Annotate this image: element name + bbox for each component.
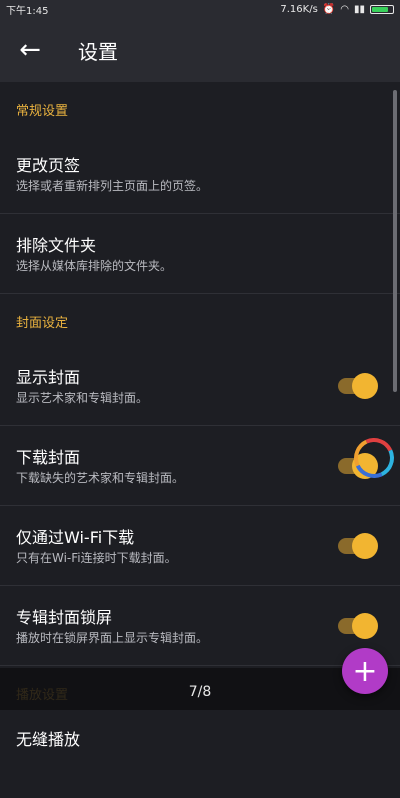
- plus-icon: +: [352, 653, 378, 689]
- page-indicator: 7/8: [188, 684, 212, 700]
- setting-label: 下载封面: [16, 448, 81, 467]
- back-button[interactable]: ←: [0, 18, 60, 82]
- setting-lockscreen-cover[interactable]: 专辑封面锁屏 播放时在锁屏界面上显示专辑封面。: [0, 586, 400, 666]
- bottom-bar: 7/8: [0, 668, 400, 710]
- setting-description: 下载缺失的艺术家和专辑封面。: [16, 471, 185, 485]
- setting-description: 只有在Wi-Fi连接时下载封面。: [16, 551, 177, 565]
- setting-description: 选择或者重新排列主页面上的页签。: [16, 179, 209, 193]
- wifi-icon: ◠: [340, 3, 349, 15]
- status-bar: 下午1:45 7.16K/s ⏰ ◠ ▮▮: [0, 0, 400, 18]
- signal-icon: ▮▮: [353, 3, 365, 15]
- setting-show-cover[interactable]: 显示封面 显示艺术家和专辑封面。: [0, 346, 400, 426]
- scrollbar[interactable]: [393, 90, 397, 392]
- setting-label: 更改页签: [16, 156, 81, 175]
- status-time: 下午1:45: [6, 5, 49, 17]
- setting-label: 显示封面: [16, 368, 81, 387]
- network-speed: 7.16K/s: [280, 3, 318, 15]
- show-cover-toggle[interactable]: [338, 373, 378, 399]
- setting-change-tabs[interactable]: 更改页签 选择或者重新排列主页面上的页签。: [0, 134, 400, 214]
- setting-description: 播放时在锁屏界面上显示专辑封面。: [16, 631, 209, 645]
- setting-gapless[interactable]: 无缝播放: [0, 718, 400, 798]
- arrow-left-icon: ←: [19, 35, 41, 65]
- alarm-icon: ⏰: [322, 3, 336, 15]
- setting-description: 选择从媒体库排除的文件夹。: [16, 259, 173, 273]
- page-title: 设置: [78, 39, 118, 64]
- add-button[interactable]: +: [342, 648, 388, 694]
- battery-icon: [370, 4, 394, 14]
- app-toolbar: ← 设置: [0, 18, 400, 82]
- setting-label: 仅通过Wi-Fi下载: [16, 528, 135, 547]
- setting-label: 专辑封面锁屏: [16, 608, 113, 627]
- section-header-cover: 封面设定: [16, 316, 69, 331]
- setting-label: 排除文件夹: [16, 236, 97, 255]
- setting-exclude-folders[interactable]: 排除文件夹 选择从媒体库排除的文件夹。: [0, 214, 400, 294]
- setting-wifi-only[interactable]: 仅通过Wi-Fi下载 只有在Wi-Fi连接时下载封面。: [0, 506, 400, 586]
- wifi-only-toggle[interactable]: [338, 533, 378, 559]
- setting-download-cover[interactable]: 下载封面 下载缺失的艺术家和专辑封面。: [0, 426, 400, 506]
- lockscreen-cover-toggle[interactable]: [338, 613, 378, 639]
- section-header-general: 常规设置: [16, 104, 69, 119]
- status-icons: 7.16K/s ⏰ ◠ ▮▮: [280, 4, 394, 15]
- setting-description: 显示艺术家和专辑封面。: [16, 391, 149, 405]
- setting-label: 无缝播放: [16, 730, 81, 749]
